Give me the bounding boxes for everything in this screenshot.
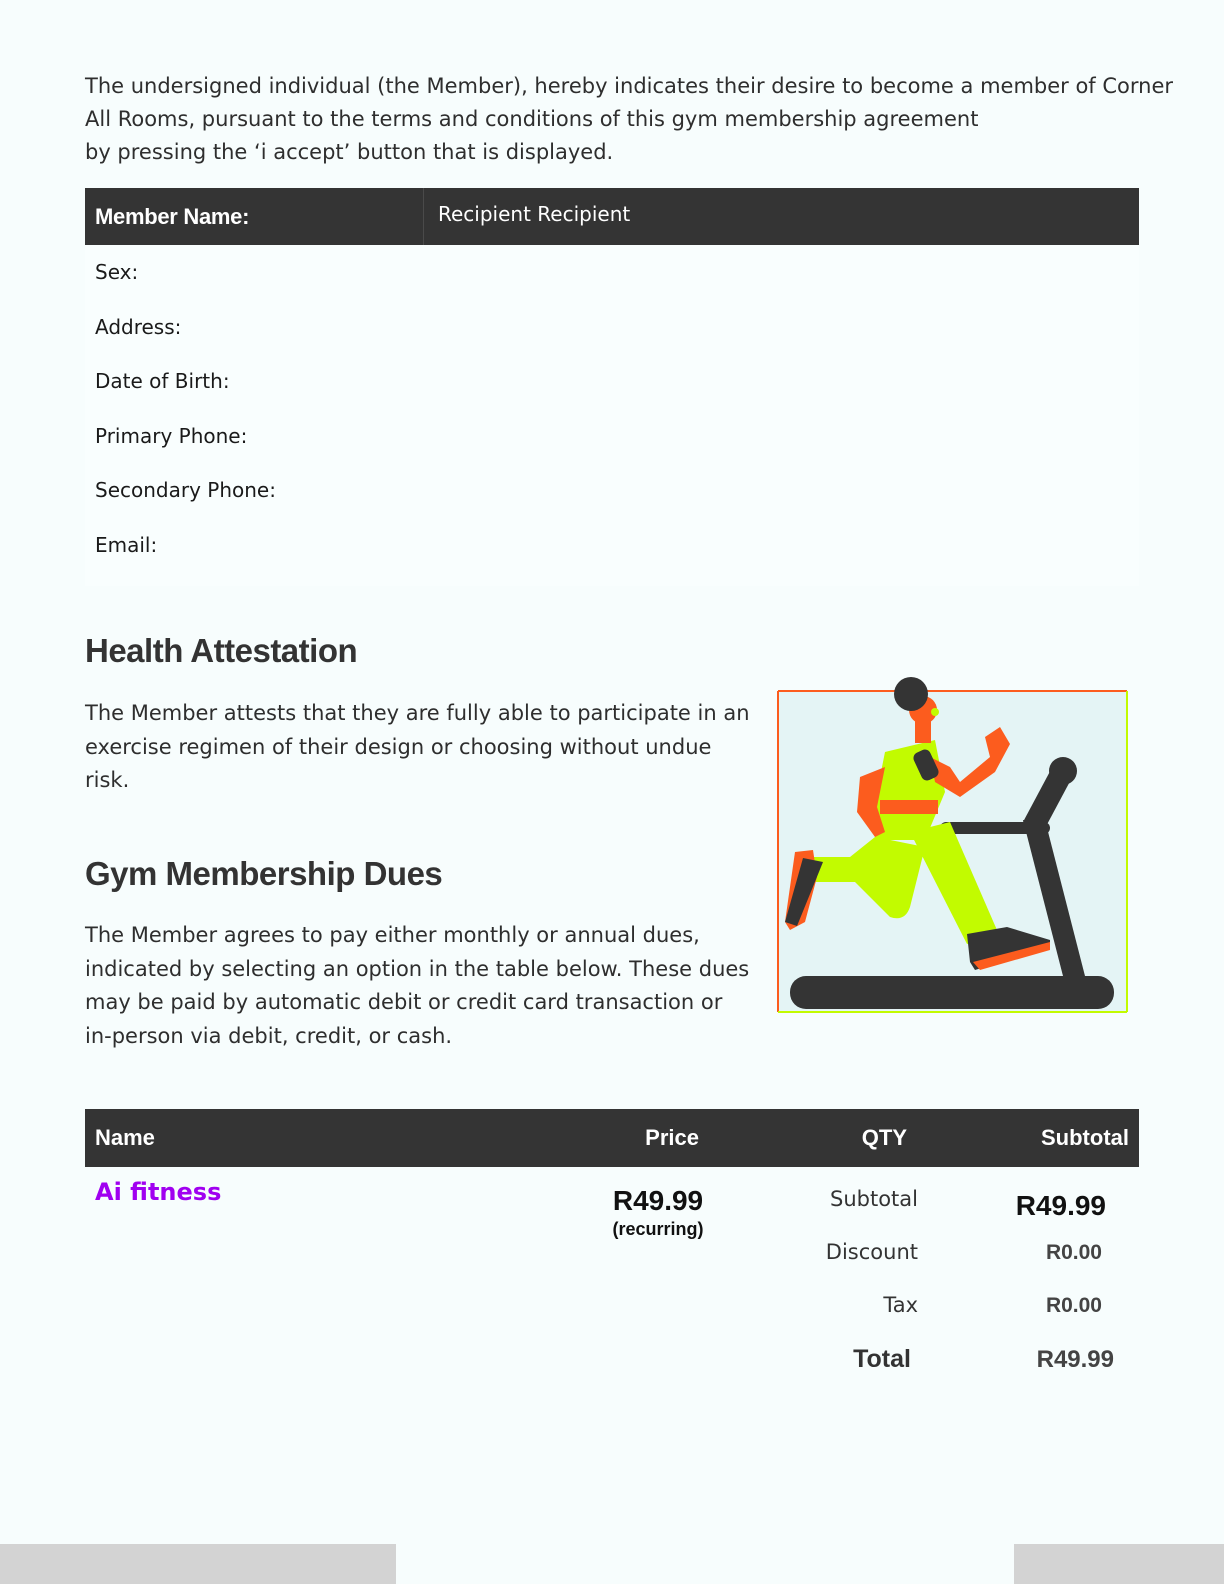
health-attestation-paragraph: The Member attests that they are fully a… <box>85 697 750 798</box>
pricing-table-header: Name Price QTY Subtotal <box>85 1109 1139 1167</box>
primary-phone-field-label: Primary Phone: <box>95 423 248 448</box>
address-field-label: Address: <box>95 314 182 339</box>
paragraph-line: indicated by selecting an option in the … <box>85 956 750 981</box>
treadmill-runner-illustration <box>777 677 1128 1013</box>
intro-line: The undersigned individual (the Member),… <box>85 74 1174 98</box>
paragraph-line: The Member attests that they are fully a… <box>85 701 750 725</box>
summary-total-label: Total <box>853 1345 911 1373</box>
summary-total-value: R49.99 <box>1036 1346 1114 1373</box>
member-name-label: Member Name: <box>85 188 424 245</box>
item-price-amount: R49.99 <box>612 1185 704 1216</box>
pricing-table: Name Price QTY Subtotal <box>85 1109 1139 1167</box>
price-column-header: Price <box>645 1125 699 1150</box>
name-column-header: Name <box>95 1125 155 1150</box>
membership-dues-paragraph: The Member agrees to pay either monthly … <box>85 919 750 1053</box>
paragraph-line: The Member agrees to pay either monthly … <box>85 923 700 947</box>
member-name-value: Recipient Recipient <box>438 202 631 226</box>
intro-line: All Rooms, pursuant to the terms and con… <box>85 107 979 131</box>
item-price-note: (recurring) <box>612 1219 704 1239</box>
secondary-phone-field-label: Secondary Phone: <box>95 478 276 503</box>
summary-subtotal-label: Subtotal <box>830 1187 918 1211</box>
intro-line: by pressing the ‘i accept’ button that i… <box>85 140 614 164</box>
member-info-table: Member Name: Recipient Recipient Sex: Ad… <box>85 188 1139 586</box>
health-attestation-heading: Health Attestation <box>85 632 358 669</box>
intro-paragraph: The undersigned individual (the Member),… <box>85 70 1174 169</box>
paragraph-line: risk. <box>85 768 130 792</box>
item-price: R49.99 (recurring) <box>598 1184 718 1240</box>
footer-bar-right <box>1014 1544 1224 1584</box>
paragraph-line: may be paid by automatic debit or credit… <box>85 990 723 1014</box>
subtotal-column-header: Subtotal <box>1041 1125 1129 1150</box>
footer-bar-left <box>0 1544 396 1584</box>
email-field-label: Email: <box>95 532 158 557</box>
item-name: Ai fitness <box>95 1178 222 1206</box>
summary-tax-value: R0.00 <box>1045 1294 1102 1317</box>
membership-dues-heading: Gym Membership Dues <box>85 855 443 892</box>
paragraph-line: in-person via debit, credit, or cash. <box>85 1023 453 1048</box>
summary-discount-label: Discount <box>825 1240 918 1264</box>
date-of-birth-field-label: Date of Birth: <box>95 369 230 394</box>
member-table-body: Sex: Address: Date of Birth: Primary Pho… <box>85 245 1139 586</box>
summary-tax-label: Tax <box>883 1293 918 1317</box>
paragraph-line: exercise regimen of their design or choo… <box>85 734 712 759</box>
summary-discount-value: R0.00 <box>1045 1241 1102 1264</box>
sex-field-label: Sex: <box>95 260 139 285</box>
qty-column-header: QTY <box>861 1125 907 1150</box>
member-table-header: Member Name: Recipient Recipient <box>85 188 1139 245</box>
summary-subtotal-value: R49.99 <box>1015 1190 1106 1221</box>
